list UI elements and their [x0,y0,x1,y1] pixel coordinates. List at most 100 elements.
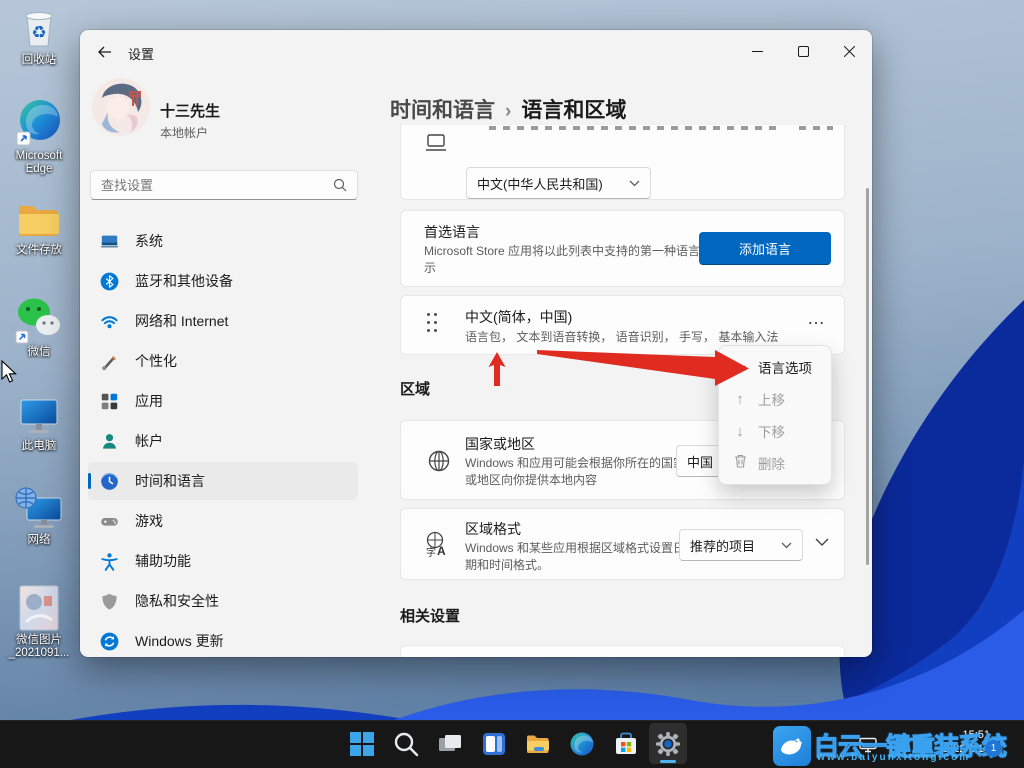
sidebar-item-accounts[interactable]: 帐户 [88,422,358,460]
language-item-subtitle: 语言包， 文本到语音转换， 语音识别， 手写， 基本输入法 [465,329,795,346]
arrow-down-icon: ↓ [731,423,749,440]
clipped-row-remnant [489,126,779,130]
regional-format-value: 推荐的项目 [690,536,755,555]
microsoft-store-icon[interactable] [613,731,639,757]
preferred-languages-card: 首选语言 Microsoft Store 应用将以此列表中支持的第一种语言显示 … [400,210,845,287]
sidebar-item-apps[interactable]: 应用 [88,382,358,420]
widgets-icon[interactable] [481,731,507,757]
svg-text:字: 字 [426,546,436,557]
settings-active-indicator [660,760,676,763]
language-options-icon: ··· [731,359,749,376]
sidebar-item-privacy[interactable]: 隐私和安全性 [88,582,358,620]
scrollbar[interactable] [866,188,869,565]
country-region-title: 国家或地区 [465,434,535,454]
back-button[interactable] [88,37,120,67]
minimize-button[interactable] [734,30,780,72]
desktop-icon-label: 网络 [1,534,77,547]
close-icon [844,46,855,57]
desktop-icon-edge[interactable]: Microsoft Edge [1,96,77,176]
display-language-card: 中文(中华人民共和国) [400,125,845,200]
system-icon [100,232,119,251]
desktop-icon-label: Microsoft Edge [1,150,77,176]
search-input[interactable] [101,172,321,198]
watermark-bird-icon [779,734,805,758]
user-avatar[interactable] [92,78,150,136]
preferred-languages-description: Microsoft Store 应用将以此列表中支持的第一种语言显示 [424,243,724,277]
desktop-icon-wechat[interactable]: 微信 [1,294,77,359]
window-title: 设置 [128,44,154,63]
sidebar-item-network[interactable]: 网络和 Internet [88,302,358,340]
edge-taskbar-icon[interactable] [569,731,595,757]
notification-badge[interactable]: 1 [985,740,1002,757]
minimize-icon [752,46,763,57]
search-icon [333,178,347,192]
desktop-icon-folder[interactable]: 文件存放 [1,200,77,257]
edge-icon [15,96,63,148]
close-button[interactable] [826,30,872,72]
breadcrumb-separator: › [495,101,521,122]
settings-taskbar-icon[interactable] [655,731,681,757]
regional-format-dropdown[interactable]: 推荐的项目 [679,529,803,561]
watermark-logo [773,726,811,766]
preferred-languages-title: 首选语言 [424,222,480,242]
desktop-icon-image-file[interactable]: 微信图片_2021091... [1,584,77,660]
breadcrumb: 时间和语言›语言和区域 [390,94,626,124]
breadcrumb-parent[interactable]: 时间和语言 [390,99,495,122]
avatar-image [92,78,150,136]
display-language-dropdown[interactable]: 中文(中华人民共和国) [466,167,651,199]
sidebar-item-gaming[interactable]: 游戏 [88,502,358,540]
more-options-button[interactable]: … [807,308,826,329]
add-language-button[interactable]: 添加语言 [699,232,831,265]
start-button[interactable] [349,731,375,757]
desktop-icon-network[interactable]: 网络 [1,486,77,547]
desktop-icon-this-pc[interactable]: 此电脑 [1,394,77,453]
desktop-icon-label: 此电脑 [1,440,77,453]
folder-icon [15,200,63,242]
chevron-down-icon [629,180,640,187]
sidebar-item-accessibility[interactable]: 辅助功能 [88,542,358,580]
menu-item-language-options[interactable]: ··· 语言选项 [719,351,831,383]
titlebar: 设置 [80,30,872,74]
maximize-icon [798,46,809,57]
sidebar-item-windows-update[interactable]: Windows 更新 [88,622,358,657]
settings-window: 设置 十三先生 本地帐户 [80,30,872,657]
country-region-value: 中国 [687,452,713,471]
regional-format-title: 区域格式 [465,519,521,539]
menu-item-move-down[interactable]: ↓ 下移 [719,415,831,447]
watermark-url: www.baiyunxitong.com [817,752,970,763]
taskbar-search-icon[interactable] [393,731,419,757]
wifi-icon [100,312,119,331]
svg-text:♻: ♻ [31,23,46,42]
country-region-description: Windows 和应用可能会根据你所在的国家或地区向你提供本地内容 [465,455,693,489]
desktop-icon-label: 文件存放 [1,244,77,257]
desktop-icon-label: 微信图片_2021091... [1,634,77,660]
shield-icon [100,592,119,611]
drag-handle-icon[interactable] [427,313,439,339]
maximize-button[interactable] [780,30,826,72]
gamepad-icon [100,512,119,531]
sidebar-item-bluetooth[interactable]: 蓝牙和其他设备 [88,262,358,300]
region-section-title: 区域 [400,378,430,399]
desktop-icon-recycle-bin[interactable]: ♻ 回收站 [1,6,77,67]
task-view-icon[interactable] [437,731,463,757]
sidebar-item-system[interactable]: 系统 [88,222,358,260]
regional-format-card: A 字 区域格式 Windows 和某些应用根据区域格式设置日期和时间格式。 推… [400,508,845,580]
chevron-down-icon [781,542,792,549]
file-explorer-icon[interactable] [525,731,551,757]
menu-item-move-up[interactable]: ↑ 上移 [719,383,831,415]
language-context-menu: ··· 语言选项 ↑ 上移 ↓ 下移 删除 [718,345,832,485]
image-thumbnail-icon [18,584,60,632]
bluetooth-icon [100,272,119,291]
network-icon [13,486,65,532]
user-name: 十三先生 [160,100,220,121]
globe-icon [427,449,451,473]
regional-format-description: Windows 和某些应用根据区域格式设置日期和时间格式。 [465,540,693,574]
sidebar-item-time-language[interactable]: 时间和语言 [88,462,358,500]
sidebar-item-personalization[interactable]: 个性化 [88,342,358,380]
time-language-icon [100,472,119,491]
menu-item-delete[interactable]: 删除 [719,447,831,479]
display-language-value: 中文(中华人民共和国) [477,174,603,193]
back-arrow-icon [97,46,112,58]
expand-chevron-icon[interactable] [815,538,829,547]
clipped-row-remnant [799,126,833,130]
